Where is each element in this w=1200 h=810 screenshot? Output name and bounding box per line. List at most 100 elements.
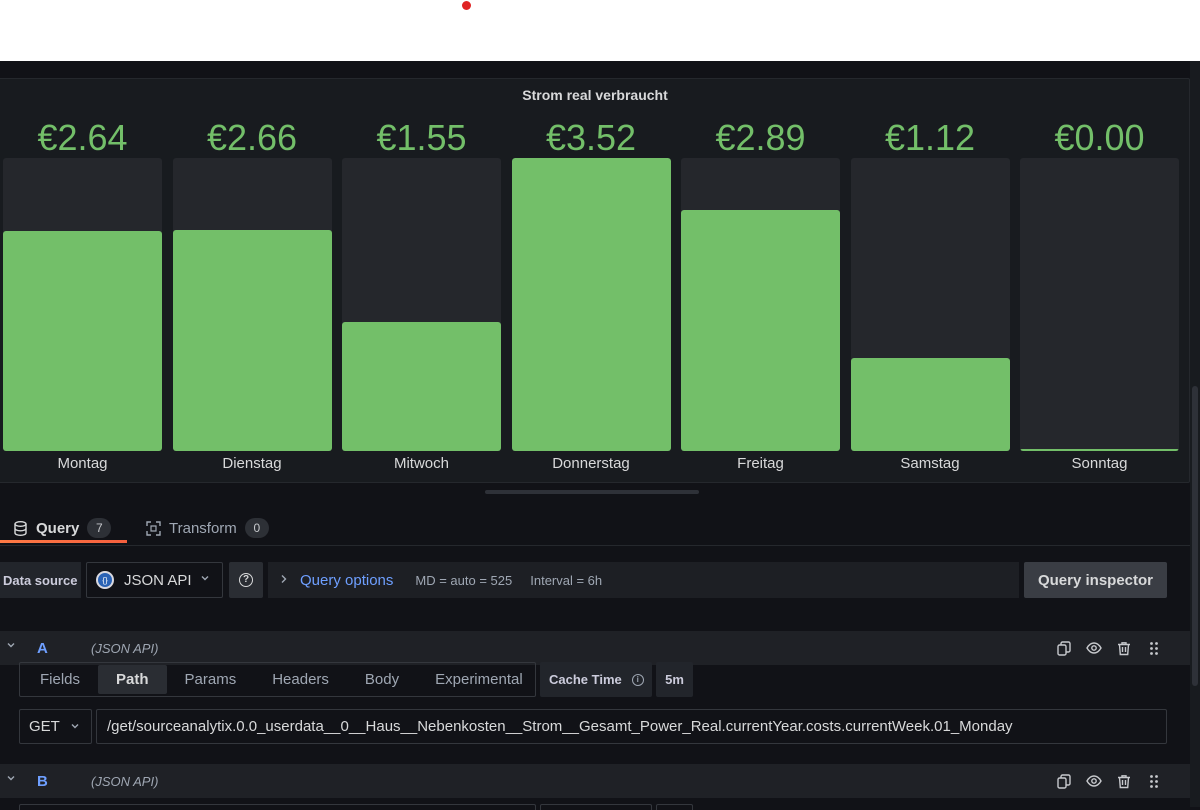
http-method-select[interactable]: GET (19, 709, 92, 744)
scrollbar-thumb[interactable] (1192, 386, 1198, 686)
tab-query-label: Query (36, 519, 80, 537)
panel-resize-handle[interactable] (485, 490, 699, 494)
subtab-body[interactable]: Body (347, 665, 417, 694)
drag-handle-icon[interactable] (1146, 773, 1162, 789)
gauge-label: Mitwoch (393, 455, 449, 472)
gauge-freitag: €2.89 Freitag (681, 79, 840, 484)
gauge-bar (511, 158, 671, 451)
query-datasource: (JSON API) (91, 773, 159, 789)
eye-icon[interactable] (1086, 640, 1102, 656)
scrollbar[interactable] (1190, 61, 1200, 807)
query-subtabs (19, 804, 536, 810)
query-name[interactable]: B (37, 773, 48, 790)
tab-transform-count: 0 (244, 518, 269, 538)
query-options-title: Query options (300, 571, 394, 589)
gauge-label: Freitag (737, 455, 784, 472)
tab-transform-label: Transform (169, 519, 237, 537)
dashboard-editor: Strom real verbraucht €2.64 Montag €2.66 Di… (0, 61, 1200, 810)
gauge-sonntag: €0.00 Sonntag (1020, 79, 1179, 484)
gauge-bar (172, 230, 332, 451)
chevron-down-icon[interactable] (6, 639, 16, 653)
datasource-picker[interactable]: {} JSON API (86, 562, 223, 598)
gauge-value: €2.66 (206, 117, 298, 158)
cache-time-text: Cache Time (549, 672, 622, 687)
cache-time-label (540, 804, 652, 810)
recording-dot (462, 1, 471, 10)
http-method-value: GET (29, 718, 60, 735)
question-circle-icon: ? (239, 573, 253, 587)
path-input[interactable]: /get/sourceanalytix.0.0_userdata__0__Hau… (96, 709, 1167, 744)
gauge-track (172, 158, 332, 451)
query-datasource: (JSON API) (91, 640, 159, 656)
subtab-headers[interactable]: Headers (254, 665, 347, 694)
query-actions (1056, 764, 1162, 798)
query-options-interval: Interval = 6h (530, 572, 603, 588)
chevron-down-icon[interactable] (6, 772, 16, 786)
query-options-md: MD = auto = 525 (415, 572, 513, 588)
copy-icon[interactable] (1056, 773, 1072, 789)
copy-icon[interactable] (1056, 640, 1072, 656)
gauge-bar (3, 231, 162, 451)
gauge-track (342, 158, 501, 451)
transform-icon (145, 520, 161, 536)
subtab-params[interactable]: Params (167, 665, 255, 694)
tab-query-count: 7 (87, 518, 112, 538)
gauge-bar (681, 210, 840, 451)
trash-icon[interactable] (1116, 773, 1132, 789)
subtab-experimental[interactable]: Experimental (417, 665, 541, 694)
cache-time-label: Cache Time i (540, 662, 652, 697)
query-actions (1056, 631, 1162, 665)
datasource-name: JSON API (124, 571, 192, 589)
info-icon[interactable]: i (631, 673, 644, 686)
subtab-fields[interactable]: Fields (22, 665, 98, 694)
gauge-value: €3.52 (545, 117, 637, 158)
gauge-label: Donnerstag (552, 455, 630, 472)
query-subtabs: Fields Path Params Headers Body Experime… (19, 662, 536, 697)
gauge-bar (1020, 449, 1179, 451)
tab-transform[interactable]: Transform 0 (145, 511, 269, 545)
gauge-value: €1.55 (376, 117, 467, 158)
gauge-bar (342, 322, 501, 451)
gauge-montag: €2.64 Montag (3, 79, 162, 484)
chevron-down-icon (70, 719, 80, 734)
query-options[interactable]: Query options MD = auto = 525 Interval =… (268, 562, 1019, 598)
trash-icon[interactable] (1116, 640, 1132, 656)
query-row-header[interactable]: B (JSON API) (0, 764, 1190, 798)
query-row-header[interactable]: A (JSON API) (0, 631, 1190, 665)
gauge-track (3, 158, 162, 451)
gauge-dienstag: €2.66 Dienstag (172, 79, 332, 484)
gauge-samstag: €1.12 Samstag (850, 79, 1010, 484)
gauge-donnerstag: €3.52 Donnerstag (511, 79, 671, 484)
chevron-down-icon (200, 571, 210, 586)
datasource-label: Data source (0, 562, 81, 598)
gauge-value: €1.12 (884, 117, 976, 158)
datasource-row: Data source {} JSON API ? Query options … (0, 562, 1190, 598)
database-icon (12, 520, 28, 536)
subtab-path[interactable]: Path (98, 665, 167, 694)
gauge-label: Sonntag (1071, 455, 1128, 472)
json-api-logo-icon: {} (96, 571, 114, 589)
gauge-bar (850, 358, 1010, 451)
drag-handle-icon[interactable] (1146, 640, 1162, 656)
chevron-right-icon (280, 573, 288, 587)
gauge-value: €2.89 (715, 117, 806, 158)
datasource-help-button[interactable]: ? (229, 562, 263, 598)
query-editor: Data source {} JSON API ? Query options … (0, 545, 1190, 810)
cache-time-value[interactable]: 5m (656, 662, 693, 697)
gauge-value: €2.64 (37, 117, 128, 158)
gauge-track (850, 158, 1010, 451)
eye-icon[interactable] (1086, 773, 1102, 789)
query-inspector-button[interactable]: Query inspector (1024, 562, 1167, 598)
gauge-track (1020, 158, 1179, 451)
active-tab-indicator (0, 540, 127, 543)
query-name[interactable]: A (37, 640, 48, 657)
gauge-label: Dienstag (222, 455, 282, 472)
gauge-track (511, 158, 671, 451)
gauge-track (681, 158, 840, 451)
cache-time-value (656, 804, 693, 810)
browser-top-area (0, 0, 1200, 61)
gauge-mitwoch: €1.55 Mitwoch (342, 79, 501, 484)
gauge-label: Samstag (900, 455, 960, 472)
gauge-panel[interactable]: Strom real verbraucht €2.64 Montag €2.66 Di… (0, 78, 1190, 483)
gauge-value: €0.00 (1054, 117, 1145, 158)
